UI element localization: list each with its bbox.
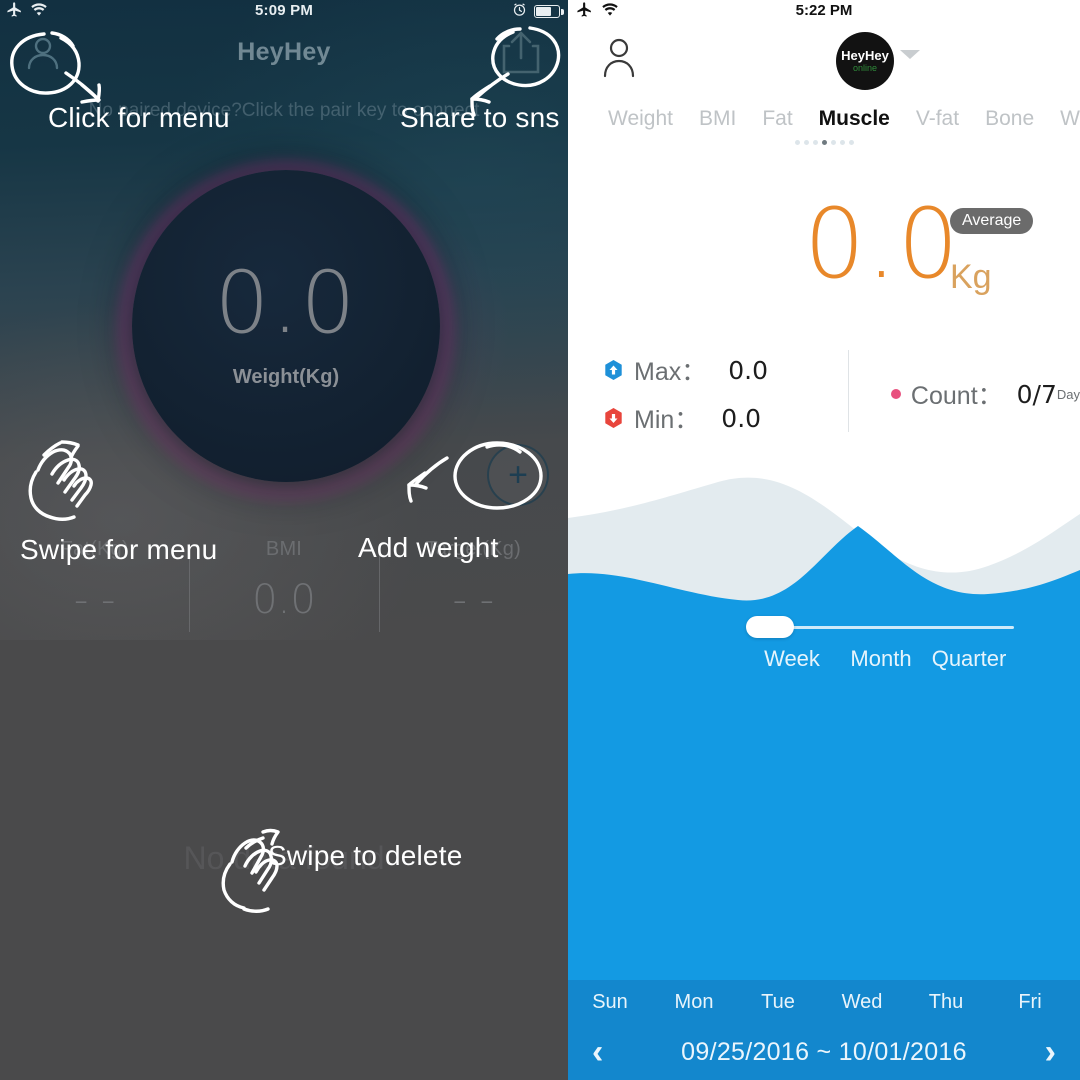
tab-bmi[interactable]: BMI — [699, 107, 736, 131]
slider-thumb[interactable] — [746, 616, 794, 638]
annotation-swipe-for-menu: Swipe for menu — [20, 534, 218, 565]
slider-track[interactable] — [746, 616, 1014, 638]
date-range-label: 09/25/2016 ~ 10/01/2016 — [681, 1037, 967, 1066]
avatar[interactable]: HeyHey online — [836, 32, 894, 90]
annotation-add-weight: Add weight — [358, 532, 499, 563]
primary-reading: 0.0 Average Kg — [568, 196, 1080, 306]
average-badge: Average — [950, 208, 1034, 234]
weight-value: 0.0 — [214, 252, 358, 353]
min-value: 0.0 — [721, 403, 762, 433]
tab-muscle[interactable]: Muscle — [819, 107, 890, 131]
tab-vfat[interactable]: V-fat — [916, 107, 959, 131]
count-value: 0/7 — [1016, 379, 1057, 409]
page-dot — [830, 140, 836, 145]
page-dot — [794, 140, 800, 145]
slider-labels: Week Month Quarter — [746, 646, 1014, 672]
weight-dial[interactable]: 0.0 Weight(Kg) — [118, 160, 454, 500]
max-row: Max： 0.0 — [604, 346, 848, 394]
reading-unit: Kg — [950, 258, 992, 296]
range-slider[interactable]: Week Month Quarter — [746, 616, 1014, 672]
stat-target-value: - - — [452, 577, 495, 623]
max-label: Max： — [634, 358, 707, 386]
count-unit: Day — [1056, 386, 1080, 402]
page-dot — [839, 140, 845, 145]
slider-option-month[interactable]: Month — [838, 646, 924, 672]
day-fri: Fri — [1018, 990, 1042, 1013]
avatar-name: HeyHey — [841, 48, 889, 63]
count-group: Count： 0/7 Day — [849, 346, 1080, 442]
minmax-group: Max： 0.0 Min： 0.0 — [568, 346, 848, 442]
page-dot — [812, 140, 818, 145]
annotation-swipe-to-delete: Swipe to delete — [268, 840, 463, 871]
day-tue: Tue — [761, 990, 795, 1013]
dot-icon — [890, 389, 901, 399]
annotation-share-to-sns: Share to sns — [400, 102, 560, 133]
add-weight-button[interactable]: + — [487, 444, 549, 506]
page-dots — [568, 140, 1080, 145]
left-status-bar: 5:09 PM — [0, 0, 568, 26]
day-thu: Thu — [928, 990, 964, 1013]
avatar-status: online — [852, 63, 878, 73]
left-phone-panel: 5:09 PM HeyHey No paired device?Click th… — [0, 0, 568, 1080]
date-range-bar: ‹ 09/25/2016 ~ 10/01/2016 › — [568, 1024, 1080, 1080]
alarm-clock-icon — [512, 2, 527, 21]
chevron-left-icon[interactable]: ‹ — [592, 1024, 603, 1080]
day-mon: Mon — [674, 990, 714, 1013]
tab-bone[interactable]: Bone — [985, 107, 1034, 131]
summary-stats: Max： 0.0 Min： 0.0 Count： 0/7 Day — [568, 346, 1080, 442]
max-value: 0.0 — [728, 355, 768, 385]
left-page-title: HeyHey — [237, 38, 331, 66]
page-dot — [803, 140, 809, 145]
app-screenshot: 5:09 PM HeyHey No paired device?Click th… — [0, 0, 1080, 1080]
slider-option-quarter[interactable]: Quarter — [924, 646, 1014, 672]
min-label: Min： — [634, 406, 700, 434]
chevron-down-icon[interactable] — [900, 50, 920, 59]
weekday-header: Sun Mon Tue Wed Thu Fri — [568, 980, 1080, 1024]
metric-tabs: Weight BMI Fat Muscle V-fat Bone W — [568, 100, 1080, 138]
page-dot — [848, 140, 854, 145]
right-phone-panel: 5:22 PM HeyHey online Weight BMI Fat Mus… — [568, 0, 1080, 1080]
right-status-bar: 5:22 PM — [568, 0, 1080, 26]
page-dot-active — [821, 140, 827, 145]
tab-water[interactable]: W — [1060, 107, 1080, 131]
profile-menu-button[interactable] — [18, 28, 68, 78]
weight-unit-label: Weight(Kg) — [232, 366, 340, 389]
hex-up-icon — [604, 359, 623, 381]
chevron-right-icon[interactable]: › — [1045, 1024, 1056, 1080]
min-row: Min： 0.0 — [604, 394, 848, 442]
hex-down-icon — [604, 407, 623, 429]
left-clock: 5:09 PM — [254, 2, 314, 19]
dial-face: 0.0 Weight(Kg) — [132, 170, 440, 482]
profile-icon[interactable] — [600, 36, 638, 78]
battery-icon — [534, 5, 564, 18]
count-label: Count： — [910, 382, 1003, 410]
stat-bmi-label: BMI — [265, 538, 303, 560]
stat-bmi-value: 0.0 — [252, 577, 316, 623]
slider-line — [760, 626, 1014, 629]
stat-bmi: BMI 0.0 — [189, 538, 378, 638]
day-sun: Sun — [592, 990, 628, 1013]
right-clock: 5:22 PM — [795, 2, 853, 19]
slider-option-week[interactable]: Week — [746, 646, 838, 672]
day-wed: Wed — [841, 990, 883, 1013]
tab-weight[interactable]: Weight — [608, 107, 673, 131]
tab-fat[interactable]: Fat — [762, 107, 792, 131]
annotation-click-for-menu: Click for menu — [48, 102, 230, 133]
reading-value: 0.0 — [804, 188, 960, 300]
stat-fat-value: - - — [73, 577, 116, 623]
share-button[interactable] — [496, 26, 546, 78]
